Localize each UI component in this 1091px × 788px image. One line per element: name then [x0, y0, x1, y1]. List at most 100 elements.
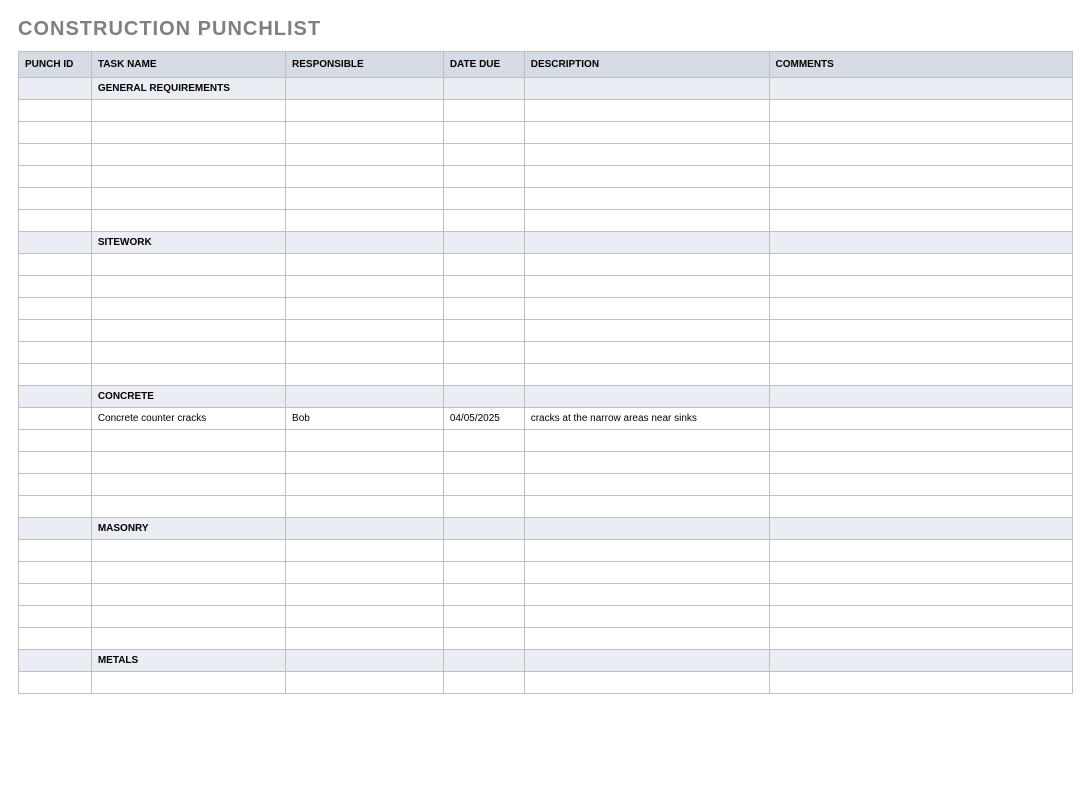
cell-description[interactable] [524, 166, 769, 188]
cell-comments[interactable] [769, 584, 1073, 606]
cell-punch-id[interactable] [19, 320, 92, 342]
cell-comments[interactable] [769, 606, 1073, 628]
cell-task-name[interactable]: Concrete counter cracks [91, 408, 285, 430]
cell-task-name[interactable] [91, 122, 285, 144]
cell-description[interactable] [524, 320, 769, 342]
cell-punch-id[interactable] [19, 672, 92, 694]
cell-date-due[interactable] [443, 144, 524, 166]
cell-date-due[interactable] [443, 210, 524, 232]
cell-description[interactable] [524, 364, 769, 386]
cell-punch-id[interactable] [19, 606, 92, 628]
cell-responsible[interactable] [286, 584, 444, 606]
cell-date-due[interactable] [443, 672, 524, 694]
cell-task-name[interactable] [91, 298, 285, 320]
cell-punch-id[interactable] [19, 364, 92, 386]
cell-description[interactable] [524, 188, 769, 210]
cell-comments[interactable] [769, 562, 1073, 584]
cell-comments[interactable] [769, 144, 1073, 166]
cell-comments[interactable] [769, 430, 1073, 452]
cell-responsible[interactable] [286, 254, 444, 276]
cell-task-name[interactable] [91, 672, 285, 694]
cell-punch-id[interactable] [19, 188, 92, 210]
cell-responsible[interactable] [286, 562, 444, 584]
cell-comments[interactable] [769, 452, 1073, 474]
cell-date-due[interactable] [443, 122, 524, 144]
cell-punch-id[interactable] [19, 298, 92, 320]
cell-punch-id[interactable] [19, 254, 92, 276]
cell-punch-id[interactable] [19, 166, 92, 188]
cell-responsible[interactable] [286, 298, 444, 320]
cell-date-due[interactable] [443, 430, 524, 452]
cell-responsible[interactable] [286, 452, 444, 474]
cell-date-due[interactable] [443, 562, 524, 584]
cell-description[interactable] [524, 254, 769, 276]
cell-description[interactable] [524, 298, 769, 320]
cell-comments[interactable] [769, 298, 1073, 320]
cell-date-due[interactable] [443, 606, 524, 628]
cell-date-due[interactable] [443, 496, 524, 518]
cell-task-name[interactable] [91, 584, 285, 606]
cell-date-due[interactable] [443, 540, 524, 562]
cell-responsible[interactable] [286, 672, 444, 694]
cell-punch-id[interactable] [19, 430, 92, 452]
cell-task-name[interactable] [91, 606, 285, 628]
cell-responsible[interactable] [286, 342, 444, 364]
cell-date-due[interactable] [443, 100, 524, 122]
cell-description[interactable] [524, 122, 769, 144]
cell-punch-id[interactable] [19, 210, 92, 232]
cell-comments[interactable] [769, 408, 1073, 430]
cell-description[interactable] [524, 342, 769, 364]
cell-responsible[interactable] [286, 122, 444, 144]
cell-date-due[interactable]: 04/05/2025 [443, 408, 524, 430]
cell-responsible[interactable] [286, 210, 444, 232]
cell-responsible[interactable] [286, 430, 444, 452]
cell-comments[interactable] [769, 672, 1073, 694]
cell-responsible[interactable] [286, 606, 444, 628]
cell-task-name[interactable] [91, 210, 285, 232]
cell-comments[interactable] [769, 320, 1073, 342]
cell-responsible[interactable] [286, 496, 444, 518]
cell-punch-id[interactable] [19, 122, 92, 144]
cell-task-name[interactable] [91, 540, 285, 562]
cell-date-due[interactable] [443, 474, 524, 496]
cell-responsible[interactable] [286, 320, 444, 342]
cell-task-name[interactable] [91, 188, 285, 210]
cell-comments[interactable] [769, 122, 1073, 144]
cell-punch-id[interactable] [19, 562, 92, 584]
cell-comments[interactable] [769, 276, 1073, 298]
cell-task-name[interactable] [91, 144, 285, 166]
cell-description[interactable] [524, 210, 769, 232]
cell-date-due[interactable] [443, 342, 524, 364]
cell-task-name[interactable] [91, 342, 285, 364]
cell-punch-id[interactable] [19, 276, 92, 298]
cell-task-name[interactable] [91, 364, 285, 386]
cell-punch-id[interactable] [19, 496, 92, 518]
cell-comments[interactable] [769, 342, 1073, 364]
cell-punch-id[interactable] [19, 584, 92, 606]
cell-comments[interactable] [769, 474, 1073, 496]
cell-description[interactable] [524, 100, 769, 122]
cell-description[interactable] [524, 628, 769, 650]
cell-punch-id[interactable] [19, 100, 92, 122]
cell-task-name[interactable] [91, 628, 285, 650]
cell-responsible[interactable] [286, 144, 444, 166]
cell-punch-id[interactable] [19, 474, 92, 496]
cell-task-name[interactable] [91, 276, 285, 298]
cell-description[interactable] [524, 584, 769, 606]
cell-date-due[interactable] [443, 188, 524, 210]
cell-comments[interactable] [769, 210, 1073, 232]
cell-punch-id[interactable] [19, 540, 92, 562]
cell-date-due[interactable] [443, 320, 524, 342]
cell-comments[interactable] [769, 188, 1073, 210]
cell-date-due[interactable] [443, 584, 524, 606]
cell-punch-id[interactable] [19, 342, 92, 364]
cell-comments[interactable] [769, 100, 1073, 122]
cell-responsible[interactable] [286, 166, 444, 188]
cell-date-due[interactable] [443, 298, 524, 320]
cell-task-name[interactable] [91, 320, 285, 342]
cell-date-due[interactable] [443, 364, 524, 386]
cell-description[interactable] [524, 452, 769, 474]
cell-description[interactable] [524, 496, 769, 518]
cell-date-due[interactable] [443, 254, 524, 276]
cell-punch-id[interactable] [19, 144, 92, 166]
